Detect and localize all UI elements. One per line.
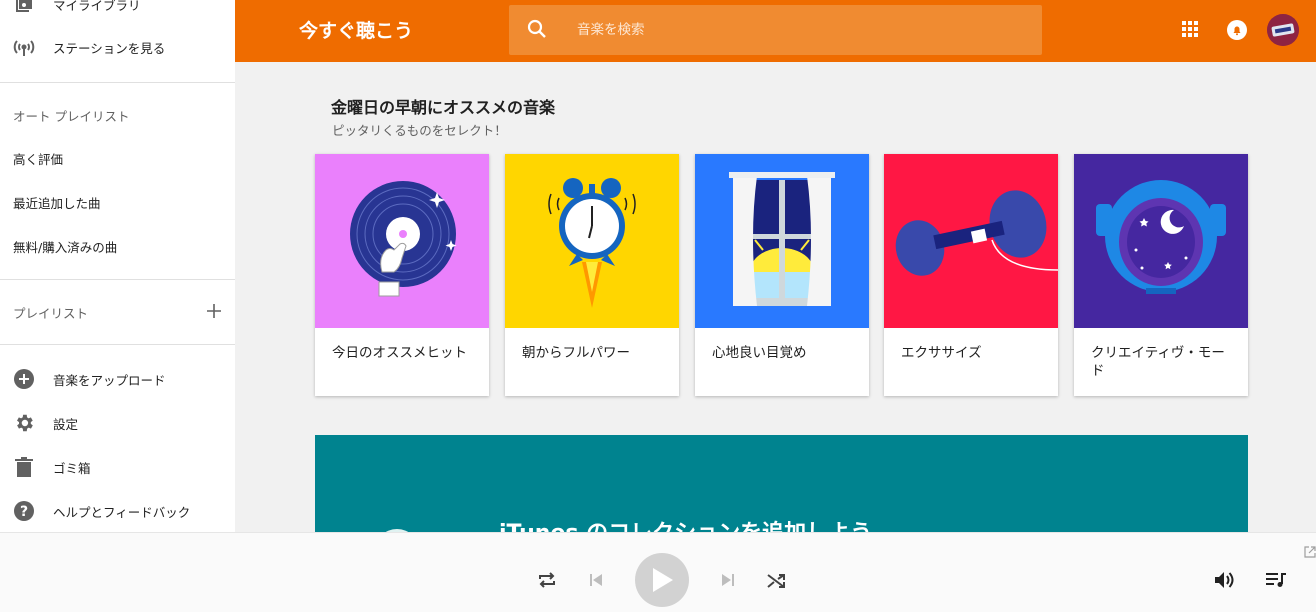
vinyl-record-icon (315, 154, 489, 328)
notifications-icon[interactable] (1227, 20, 1247, 40)
sidebar-item-free-purchased[interactable]: 無料/購入済みの曲 (13, 237, 117, 256)
search-input[interactable] (577, 18, 997, 42)
sidebar-item-label: ゴミ箱 (53, 460, 91, 476)
card-label: エクササイズ (901, 345, 982, 361)
auto-playlists-header: オート プレイリスト (13, 109, 130, 124)
sidebar: マイライブラリ ステーションを見る オート プレイリスト 高く評価 最近追加した… (0, 0, 235, 532)
sidebar-item-label: ステーションを見る (53, 40, 166, 56)
svg-text:?: ? (20, 504, 28, 520)
sidebar-item-recently-added[interactable]: 最近追加した曲 (13, 193, 101, 212)
page-title: 今すぐ聴こう (299, 20, 414, 42)
sidebar-item-help[interactable]: ? ヘルプとフィードバック (0, 499, 235, 523)
volume-icon[interactable] (1213, 570, 1235, 590)
playlist-card[interactable]: 朝からフルパワー (505, 154, 679, 396)
card-label: 心地良い目覚め (712, 345, 807, 361)
sidebar-item-label: 設定 (53, 416, 79, 432)
repeat-icon[interactable] (537, 570, 557, 590)
play-icon (653, 568, 673, 592)
card-label: 朝からフルパワー (522, 345, 630, 361)
section-subtitle: ピッタリくるものをセレクト！ (332, 123, 507, 138)
playlist-card[interactable]: エクササイズ (884, 154, 1058, 396)
playlist-card[interactable]: クリエイティヴ・モード (1074, 154, 1248, 396)
sidebar-item-upload[interactable]: 音楽をアップロード (0, 367, 235, 391)
sidebar-item-label: ヘルプとフィードバック (53, 504, 191, 520)
search-box[interactable] (509, 5, 1042, 55)
player-bar (0, 532, 1316, 612)
sidebar-item-stations[interactable]: ステーションを見る (0, 35, 235, 59)
playlist-card[interactable]: 心地良い目覚め (695, 154, 869, 396)
radio-broadcast-icon (12, 35, 36, 59)
itunes-promo-banner[interactable]: iTunes のコレクションを追加しよう (315, 435, 1248, 545)
trash-icon (12, 455, 36, 479)
divider (0, 279, 235, 280)
avatar[interactable] (1267, 14, 1299, 46)
window-sunrise-icon (695, 154, 869, 328)
play-button[interactable] (635, 553, 689, 607)
apps-grid-icon[interactable] (1182, 21, 1198, 37)
card-label: 今日のオススメヒット (332, 345, 467, 361)
playlist-card[interactable]: 今日のオススメヒット (315, 154, 489, 396)
divider (0, 82, 235, 83)
add-playlist-icon[interactable] (205, 302, 223, 324)
alarm-clock-icon (505, 154, 679, 328)
add-circle-icon (12, 367, 36, 391)
sidebar-item-trash[interactable]: ゴミ箱 (0, 455, 235, 479)
dumbbell-icon (884, 154, 1058, 328)
shuffle-icon[interactable] (766, 571, 786, 591)
top-app-bar: 今すぐ聴こう (235, 0, 1316, 62)
search-icon[interactable] (527, 19, 547, 43)
library-music-icon (12, 0, 36, 16)
sidebar-item-thumbs-up[interactable]: 高く評価 (13, 149, 63, 168)
gear-icon (12, 411, 36, 435)
sidebar-item-settings[interactable]: 設定 (0, 411, 235, 435)
previous-icon[interactable] (589, 573, 603, 587)
popout-icon[interactable] (1304, 546, 1316, 558)
playlists-header: プレイリスト (13, 306, 89, 321)
sidebar-item-my-library[interactable]: マイライブラリ (0, 0, 235, 16)
section-title: 金曜日の早朝にオススメの音楽 (331, 98, 556, 117)
sidebar-item-label: 音楽をアップロード (53, 372, 166, 388)
queue-icon[interactable] (1266, 572, 1286, 588)
astronaut-helmet-icon (1074, 154, 1248, 328)
sidebar-item-label: マイライブラリ (53, 0, 141, 13)
divider (0, 344, 235, 345)
help-icon: ? (12, 499, 36, 523)
card-label: クリエイティヴ・モード (1091, 345, 1225, 379)
next-icon[interactable] (721, 573, 735, 587)
